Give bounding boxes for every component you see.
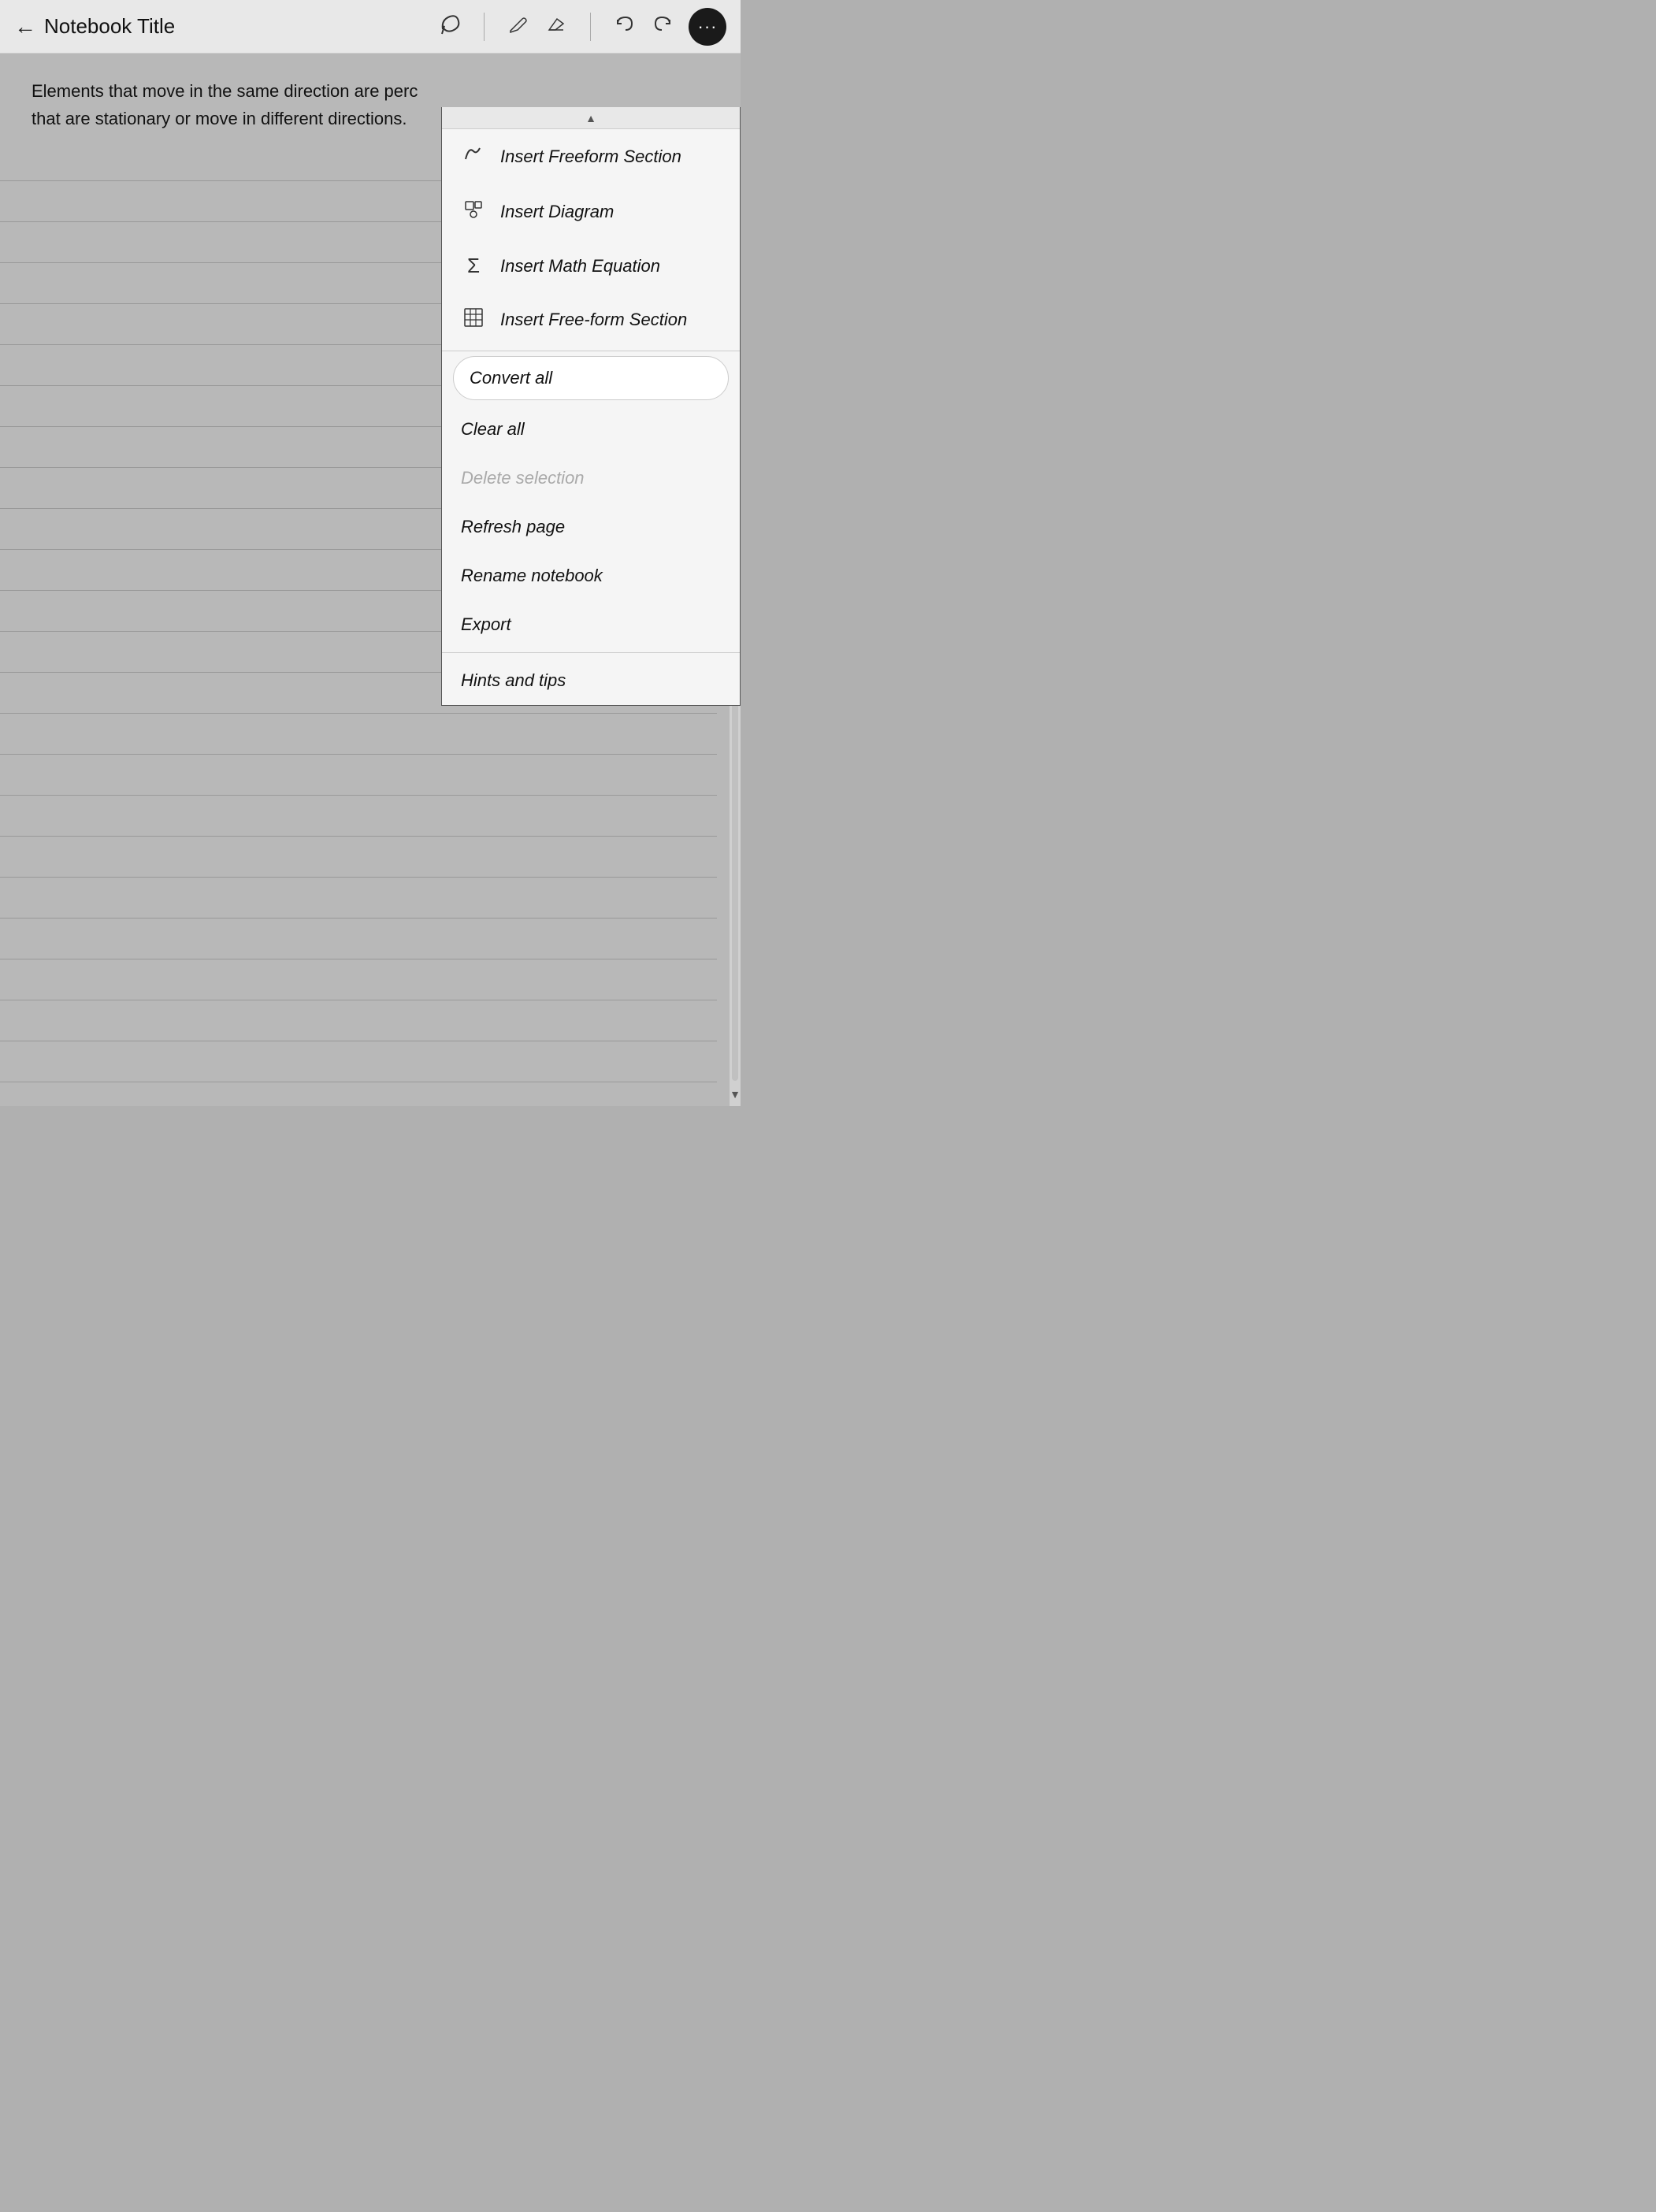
undo-icon[interactable] (613, 13, 635, 40)
ruled-line (0, 878, 717, 919)
toolbar-right: ··· (689, 8, 726, 46)
notebook-title: Notebook Title (44, 14, 175, 39)
menu-item-hints-and-tips[interactable]: Hints and tips (442, 656, 740, 705)
menu-item-rename-notebook-label: Rename notebook (461, 566, 603, 586)
ruled-line (0, 796, 717, 837)
menu-item-insert-math-label: Insert Math Equation (500, 256, 660, 276)
ruled-line (0, 837, 717, 878)
more-button[interactable]: ··· (689, 8, 726, 46)
menu-item-insert-freeform[interactable]: Insert Freeform Section (442, 129, 740, 184)
redo-icon[interactable] (652, 13, 674, 40)
menu-item-insert-diagram-label: Insert Diagram (500, 202, 614, 222)
ruled-line (0, 1000, 717, 1041)
scroll-indicator-top: ▲ (442, 107, 740, 129)
notebook-content: Elements that move in the same direction… (0, 54, 741, 1106)
ruled-line (0, 959, 717, 1000)
menu-item-export-label: Export (461, 614, 511, 635)
menu-item-insert-freeform-section-label: Insert Free-form Section (500, 310, 687, 330)
menu-item-refresh-page-label: Refresh page (461, 517, 565, 537)
lasso-icon[interactable] (438, 12, 462, 41)
notebook-text-content: Elements that move in the same direction… (32, 77, 441, 132)
math-icon: Σ (461, 254, 486, 278)
toolbar-middle (438, 12, 674, 41)
menu-item-hints-and-tips-label: Hints and tips (461, 670, 566, 691)
menu-item-convert-all[interactable]: Convert all (453, 356, 729, 400)
menu-item-delete-selection-label: Delete selection (461, 468, 585, 488)
scroll-up-arrow: ▲ (585, 112, 596, 124)
menu-item-rename-notebook[interactable]: Rename notebook (442, 551, 740, 600)
menu-item-insert-diagram[interactable]: Insert Diagram (442, 184, 740, 239)
menu-item-export[interactable]: Export (442, 600, 740, 649)
divider-before-hints (442, 652, 740, 653)
menu-item-refresh-page[interactable]: Refresh page (442, 503, 740, 551)
back-button[interactable]: ← (14, 14, 36, 39)
divider-1 (484, 13, 485, 41)
toolbar-left: ← Notebook Title (14, 14, 438, 39)
freeform-section-icon (461, 306, 486, 333)
toolbar: ← Notebook Title (0, 0, 741, 54)
dropdown-menu: ▲ Insert Freeform Section Insert Diagram (441, 107, 741, 706)
eraser-icon[interactable] (546, 13, 568, 40)
ruled-line (0, 755, 717, 796)
more-icon: ··· (698, 18, 718, 35)
menu-item-clear-all-label: Clear all (461, 419, 525, 440)
ruled-line (0, 1041, 717, 1082)
menu-item-insert-freeform-section[interactable]: Insert Free-form Section (442, 292, 740, 347)
divider-2 (590, 13, 591, 41)
menu-item-convert-all-label: Convert all (470, 368, 552, 388)
pen-icon[interactable] (507, 13, 529, 40)
menu-item-insert-freeform-label: Insert Freeform Section (500, 147, 681, 167)
ruled-line (0, 714, 717, 755)
scroll-down-button[interactable]: ▼ (730, 1086, 741, 1103)
diagram-icon (461, 199, 486, 225)
menu-item-clear-all[interactable]: Clear all (442, 405, 740, 454)
menu-item-insert-math[interactable]: Σ Insert Math Equation (442, 239, 740, 292)
freeform-icon (461, 143, 486, 170)
menu-item-delete-selection[interactable]: Delete selection (442, 454, 740, 503)
ruled-line (0, 919, 717, 959)
